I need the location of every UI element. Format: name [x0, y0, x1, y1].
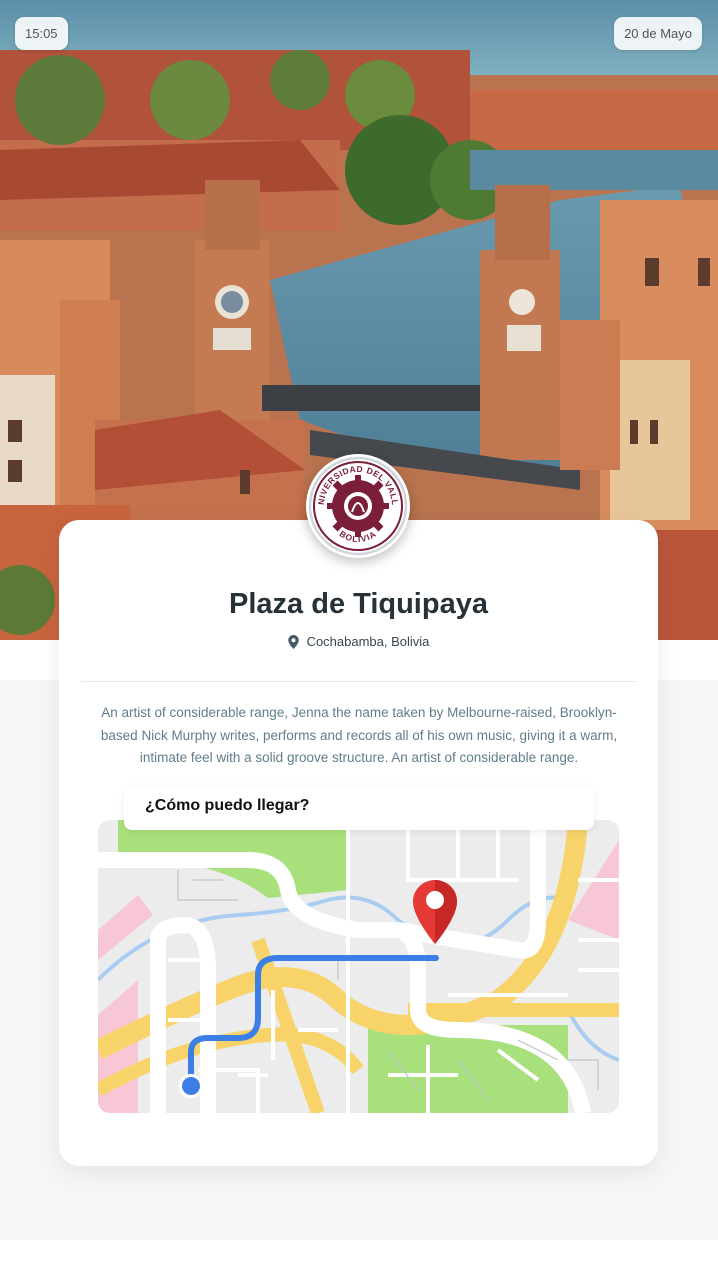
divider — [81, 681, 637, 682]
destination-pin-icon[interactable] — [411, 878, 459, 946]
directions-map[interactable] — [98, 820, 619, 1113]
location-text: Cochabamba, Bolivia — [306, 634, 430, 649]
university-seal-icon: UNIVERSIDAD DEL VALLE BOLIVIA — [303, 446, 408, 556]
time-chip: 15:05 — [15, 17, 68, 50]
place-description: An artist of considerable range, Jenna t… — [100, 705, 618, 765]
university-logo: UNIVERSIDAD DEL VALLE BOLIVIA — [303, 446, 410, 558]
map-pin-icon — [287, 634, 299, 649]
date-chip: 20 de Mayo — [614, 17, 702, 50]
location-row: Cochabamba, Bolivia — [59, 634, 658, 649]
map-illustration — [98, 820, 619, 1113]
directions-header: ¿Cómo puedo llegar? — [124, 786, 594, 830]
place-title: Plaza de Tiquipaya — [229, 588, 488, 620]
directions-heading: ¿Cómo puedo llegar? — [145, 797, 310, 814]
